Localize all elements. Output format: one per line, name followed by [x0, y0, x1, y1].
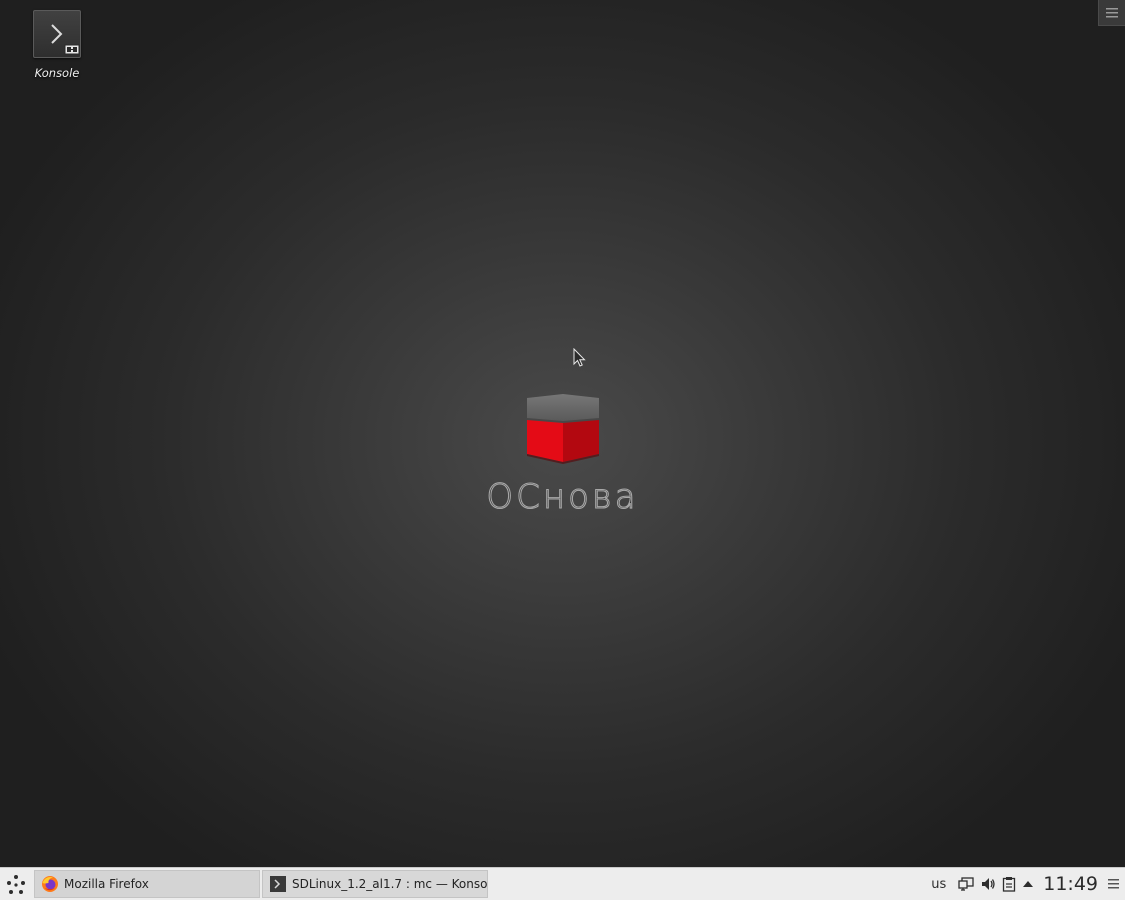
taskbar-task-label: Mozilla Firefox — [64, 877, 149, 891]
desktop-icon-label: Konsole — [34, 66, 80, 80]
panel-menu-button[interactable] — [1108, 868, 1119, 900]
osnova-cube-logo — [526, 394, 599, 464]
volume-tray-button[interactable] — [980, 868, 996, 900]
desktop-toolbox-button[interactable] — [1098, 0, 1125, 26]
taskbar-task-konsole[interactable]: SDLinux_1.2_al1.7 : mc — Konsole — [262, 870, 488, 898]
keyboard-layout-indicator[interactable]: us — [931, 868, 952, 900]
application-launcher-button[interactable] — [2, 871, 30, 898]
desktop[interactable]: Konsole ОСнова — [0, 0, 1125, 867]
clock-time: 11:49 — [1043, 873, 1098, 895]
taskbar: Mozilla Firefox SDLinux_1.2_al1.7 : mc —… — [0, 867, 1125, 900]
konsole-icon — [270, 876, 286, 892]
application-launcher-icon — [7, 874, 25, 894]
network-wired-icon — [958, 877, 974, 891]
tray-expand-button[interactable] — [1022, 868, 1034, 900]
clipboard-icon — [1003, 877, 1016, 892]
hamburger-menu-icon — [1106, 7, 1118, 17]
arrow-up-icon — [1023, 881, 1034, 887]
clipboard-tray-button[interactable] — [1002, 868, 1016, 900]
network-tray-button[interactable] — [958, 868, 974, 900]
desktop-icon-konsole[interactable]: Konsole — [26, 10, 88, 80]
panel-menu-icon — [1108, 879, 1119, 889]
osnova-logo-text: ОСнова — [486, 477, 639, 517]
konsole-terminal-icon[interactable] — [33, 10, 81, 58]
firefox-icon — [42, 876, 58, 892]
taskbar-task-label: SDLinux_1.2_al1.7 : mc — Konsole — [292, 877, 488, 891]
digital-clock[interactable]: 11:49 — [1040, 868, 1102, 900]
speaker-volume-icon — [982, 878, 995, 890]
osnova-logo: ОСнова — [470, 390, 655, 517]
mouse-pointer-icon — [573, 348, 586, 367]
system-tray: us 11:49 — [928, 868, 1125, 900]
keyboard-layout-label: us — [931, 876, 947, 892]
taskbar-task-firefox[interactable]: Mozilla Firefox — [34, 870, 260, 898]
